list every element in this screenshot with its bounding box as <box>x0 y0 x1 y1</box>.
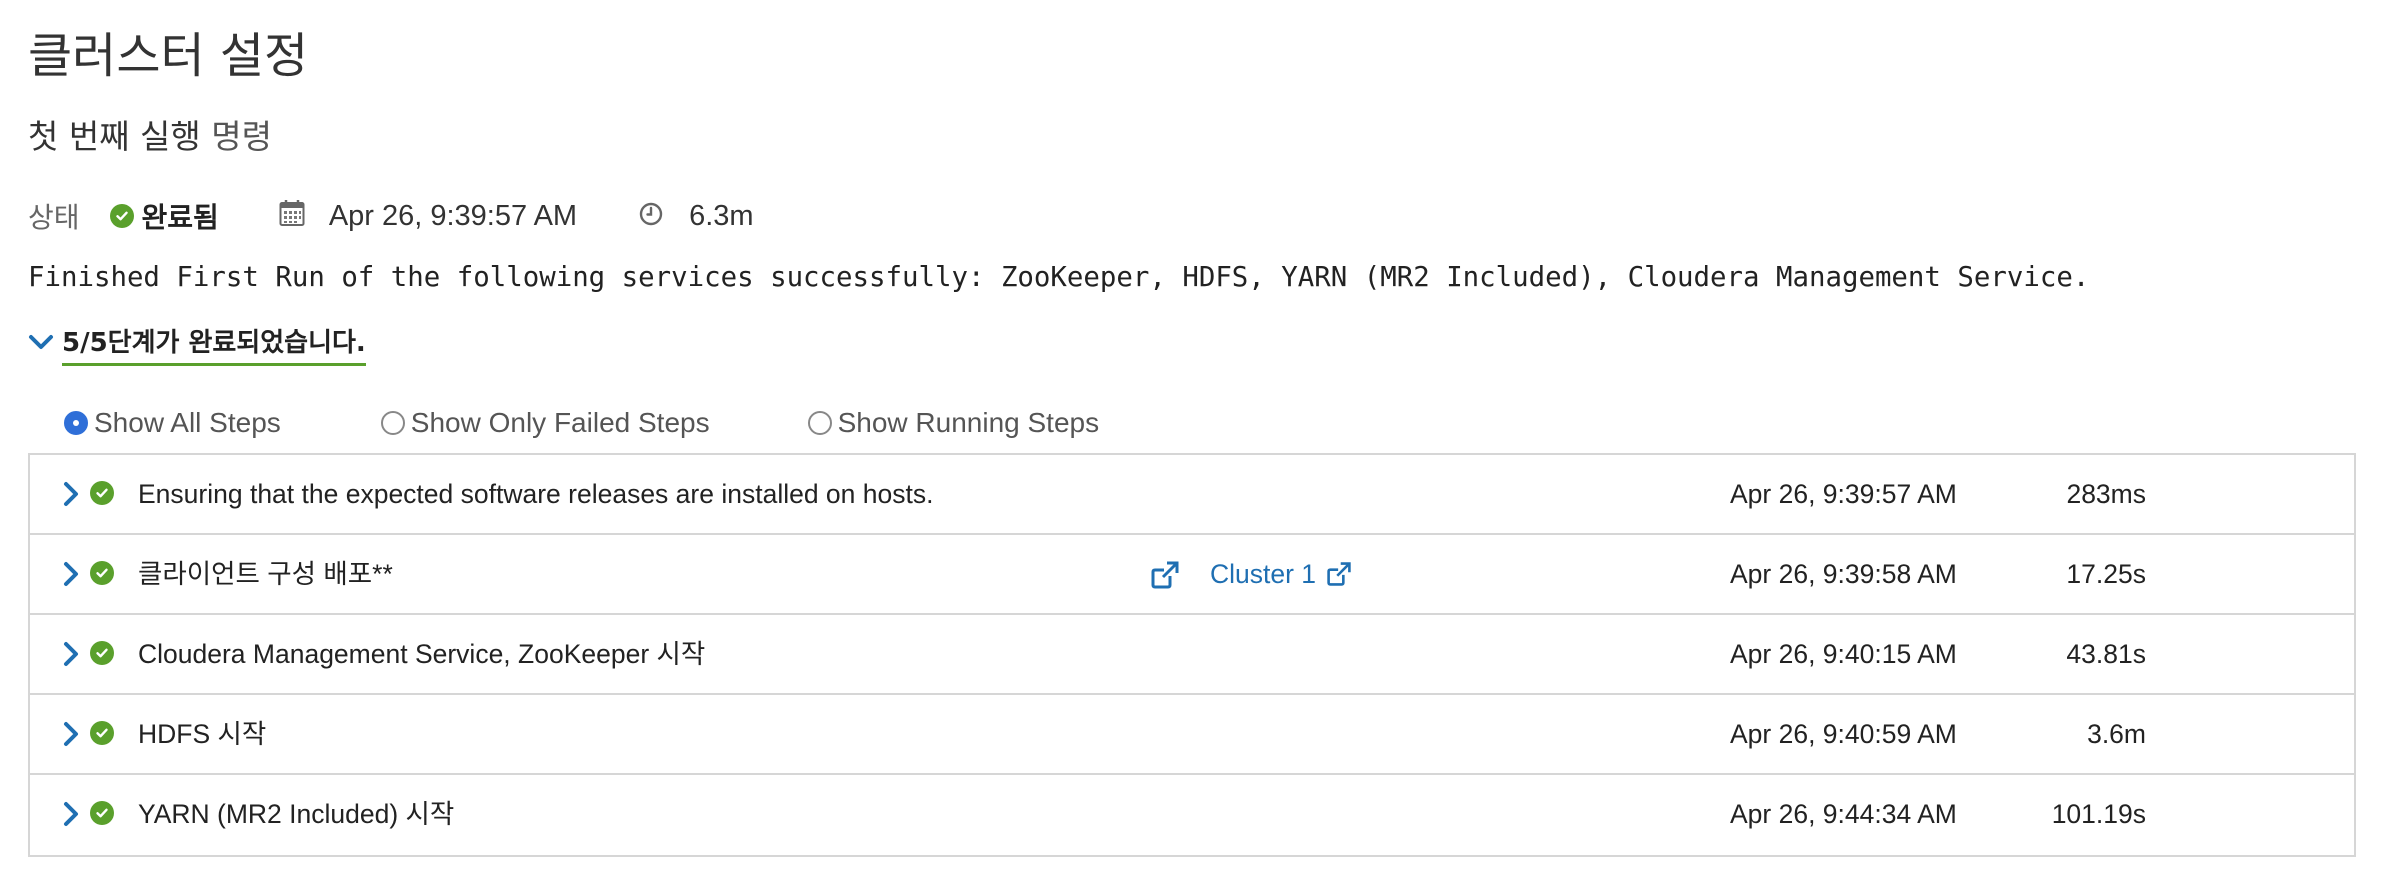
success-check-icon <box>90 641 114 665</box>
step-name: Cloudera Management Service, ZooKeeper 시… <box>138 639 706 669</box>
radio-unselected-icon[interactable] <box>380 411 405 435</box>
step-duration: 43.81s <box>2066 639 2146 669</box>
success-check-icon <box>90 561 114 585</box>
step-name: YARN (MR2 Included) 시작 <box>138 799 455 829</box>
step-row: HDFS 시작 Apr 26, 9:40:59 AM 3.6m <box>30 695 2354 775</box>
step-duration: 3.6m <box>2087 719 2146 749</box>
cluster-link-label[interactable]: Cluster 1 <box>1210 555 1316 593</box>
step-time: Apr 26, 9:44:34 AM <box>1730 799 1957 829</box>
calendar-icon <box>279 199 305 234</box>
check-circle-icon <box>109 204 134 228</box>
chevron-right-icon[interactable] <box>60 801 82 827</box>
step-time: Apr 26, 9:40:59 AM <box>1730 719 1957 749</box>
clock-icon <box>639 200 663 233</box>
step-name: Ensuring that the expected software rele… <box>138 479 934 509</box>
filter-label: Show All Steps <box>94 407 281 438</box>
subtitle-suffix: 명령 <box>211 117 273 156</box>
step-name: 클라이언트 구성 배포** <box>138 559 393 589</box>
step-row: Cloudera Management Service, ZooKeeper 시… <box>30 615 2354 695</box>
success-check-icon <box>90 721 114 745</box>
status-label: 상태 <box>28 201 80 234</box>
steps-summary[interactable]: 5/5단계가 완료되었습니다. <box>62 322 366 366</box>
success-check-icon <box>90 801 114 825</box>
filter-show-running-steps[interactable]: Show Running Steps <box>807 407 1100 439</box>
step-time: Apr 26, 9:40:15 AM <box>1730 639 1957 669</box>
step-duration: 283ms <box>2066 479 2146 509</box>
status-row: 상태 완료됨 Apr 26, 9:39:57 AM 6.3m <box>28 194 754 238</box>
steps-collapse-toggle[interactable]: 5/5단계가 완료되었습니다. <box>28 322 366 366</box>
status-date: Apr 26, 9:39:57 AM <box>328 199 578 232</box>
step-row: 클라이언트 구성 배포** Cluster 1 Apr 26, 9:39:58 … <box>30 535 2354 615</box>
chevron-right-icon[interactable] <box>60 641 82 667</box>
chevron-right-icon[interactable] <box>60 481 82 507</box>
result-message: Finished First Run of the following serv… <box>28 262 2090 293</box>
step-time: Apr 26, 9:39:57 AM <box>1730 479 1957 509</box>
status-duration: 6.3m <box>689 199 754 232</box>
step-row: YARN (MR2 Included) 시작 Apr 26, 9:44:34 A… <box>30 775 2354 855</box>
subtitle-main: 첫 번째 실행 <box>28 117 201 156</box>
step-filter-group: Show All Steps Show Only Failed Steps Sh… <box>64 402 1099 444</box>
status-value: 완료됨 <box>141 201 219 234</box>
cluster-link[interactable]: Cluster 1 <box>1210 555 1352 593</box>
radio-selected-icon[interactable] <box>64 411 88 435</box>
external-link-icon[interactable] <box>1326 561 1352 587</box>
page-title: 클러스터 설정 <box>28 28 309 84</box>
filter-show-all-steps[interactable]: Show All Steps <box>64 407 281 439</box>
chevron-right-icon[interactable] <box>60 721 82 747</box>
step-duration: 101.19s <box>2051 799 2146 829</box>
external-link-icon[interactable] <box>1150 560 1180 590</box>
chevron-right-icon[interactable] <box>60 561 82 587</box>
success-check-icon <box>90 481 114 505</box>
page-subtitle: 첫 번째 실행 명령 <box>28 112 272 162</box>
step-name: HDFS 시작 <box>138 719 267 749</box>
radio-unselected-icon[interactable] <box>807 411 832 435</box>
step-row: Ensuring that the expected software rele… <box>30 455 2354 535</box>
filter-label: Show Running Steps <box>837 407 1100 438</box>
filter-show-failed-steps[interactable]: Show Only Failed Steps <box>380 407 710 439</box>
steps-table: Ensuring that the expected software rele… <box>28 453 2356 857</box>
filter-label: Show Only Failed Steps <box>410 407 710 438</box>
step-duration: 17.25s <box>2066 559 2146 589</box>
chevron-down-icon[interactable] <box>28 332 54 357</box>
step-time: Apr 26, 9:39:58 AM <box>1730 559 1957 589</box>
